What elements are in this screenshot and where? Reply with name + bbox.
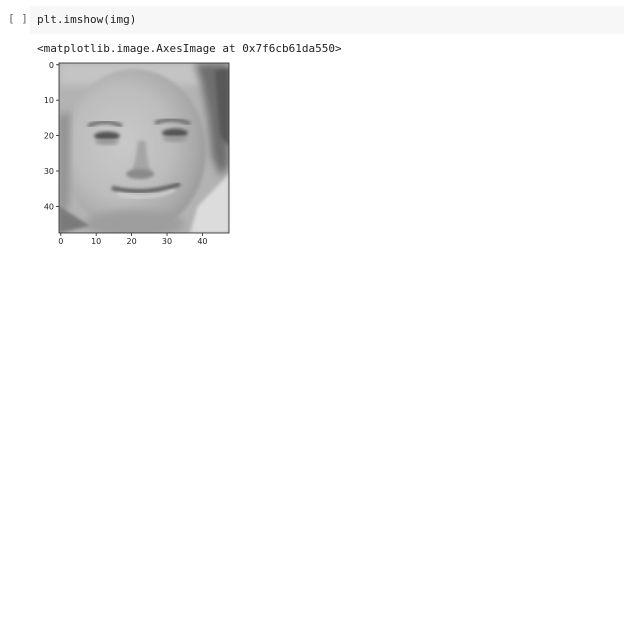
cell-input-row: [ ] plt.imshow(img) [0,6,624,34]
imshow-plot: 0 10 20 30 40 0 10 20 30 40 [44,61,230,246]
code-editor[interactable]: plt.imshow(img) [30,6,624,34]
x-tick-label: 30 [162,237,172,246]
run-cell-button[interactable]: [ ] [8,12,28,25]
x-axis-ticks: 0 10 20 30 40 [58,233,208,246]
face-image [59,63,229,233]
y-tick-label: 30 [44,167,54,176]
x-tick-label: 20 [127,237,137,246]
output-repr: <matplotlib.image.AxesImage at 0x7f6cb61… [37,42,342,55]
y-tick-label: 10 [44,96,54,105]
code-text: plt.imshow(img) [37,13,137,26]
x-tick-label: 0 [58,237,63,246]
y-tick-label: 40 [44,202,54,211]
x-tick-label: 40 [197,237,207,246]
notebook-cell: [ ] plt.imshow(img) [0,6,624,34]
y-tick-label: 20 [44,132,54,141]
x-tick-label: 10 [91,237,101,246]
y-axis-ticks: 0 10 20 30 40 [44,61,59,211]
y-tick-label: 0 [49,61,54,70]
